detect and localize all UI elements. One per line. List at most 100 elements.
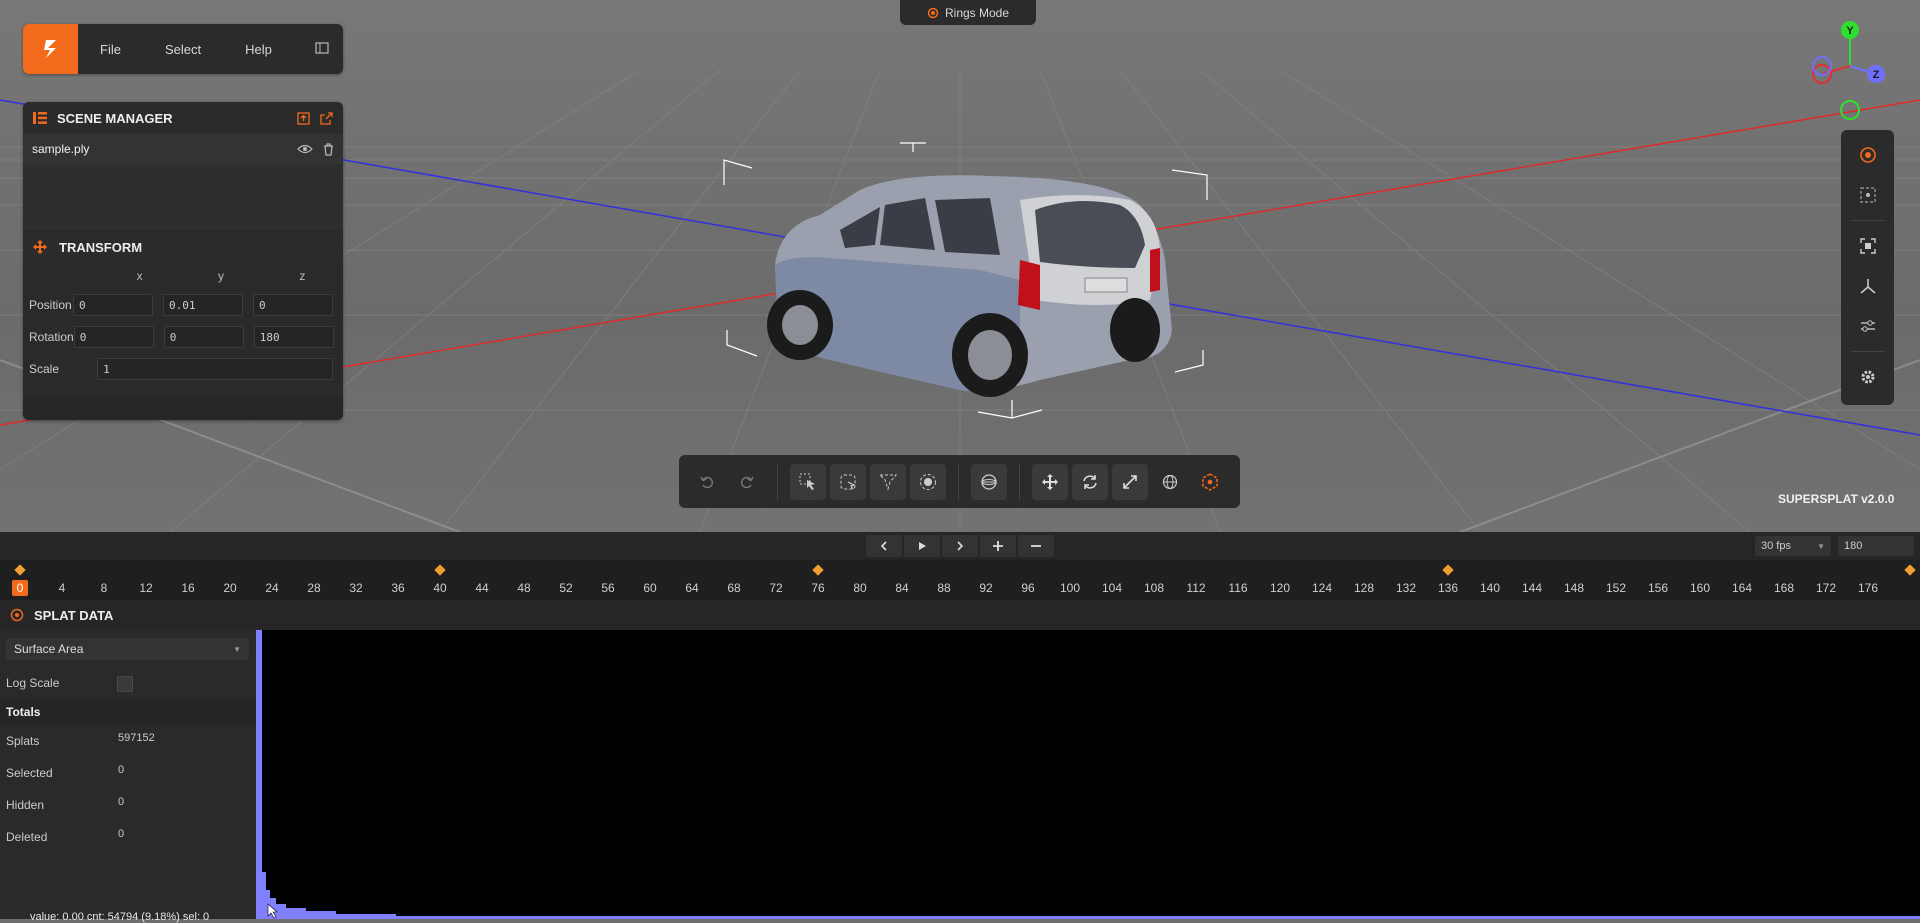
timeline-tick[interactable]: 168 [1764, 581, 1804, 595]
scale-input[interactable] [97, 358, 333, 380]
pivot-button[interactable] [1192, 464, 1228, 500]
timeline-tick[interactable]: 20 [210, 581, 250, 595]
keyframe-marker[interactable] [14, 564, 26, 576]
timeline-tick[interactable]: 124 [1302, 581, 1342, 595]
lasso-select-button[interactable] [830, 463, 866, 500]
timeline-tick[interactable]: 100 [1050, 581, 1090, 595]
sphere-select-button[interactable] [971, 463, 1007, 500]
eye-icon[interactable] [297, 144, 313, 154]
rotation-x-input[interactable] [73, 326, 154, 348]
timeline-tick[interactable]: 32 [336, 581, 376, 595]
redo-button[interactable] [729, 464, 765, 500]
timeline-tick[interactable]: 8 [84, 581, 124, 595]
keyframe-marker[interactable] [812, 564, 824, 576]
timeline-tick[interactable]: 64 [672, 581, 712, 595]
timeline-tick[interactable]: 144 [1512, 581, 1552, 595]
translate-button[interactable] [1032, 463, 1068, 500]
timeline-tick[interactable]: 44 [462, 581, 502, 595]
timeline-tick[interactable]: 164 [1722, 581, 1762, 595]
timeline-tick[interactable]: 160 [1680, 581, 1720, 595]
keyframe-marker[interactable] [1442, 564, 1454, 576]
menu-help[interactable]: Help [223, 42, 294, 57]
timeline-tick[interactable]: 136 [1428, 581, 1468, 595]
timeline-tick[interactable]: 28 [294, 581, 334, 595]
centers-mode-button[interactable] [1850, 137, 1886, 173]
timeline-tick[interactable]: 120 [1260, 581, 1300, 595]
scale-button[interactable] [1112, 463, 1148, 500]
picker-select-button[interactable] [790, 463, 826, 500]
settings-button[interactable] [1850, 359, 1886, 395]
play-button[interactable] [904, 535, 940, 557]
timeline-tick[interactable]: 176 [1848, 581, 1888, 595]
undo-button[interactable] [689, 464, 725, 500]
timeline-tick[interactable]: 80 [840, 581, 880, 595]
remove-key-button[interactable] [1018, 535, 1054, 557]
rotation-y-input[interactable] [163, 326, 244, 348]
fps-select[interactable]: 30 fps ▼ [1755, 536, 1831, 556]
menu-file[interactable]: File [78, 42, 143, 57]
panel-toggle-icon[interactable] [315, 41, 329, 57]
color-adjust-button[interactable] [1850, 308, 1886, 344]
centers-button[interactable] [1850, 177, 1886, 213]
timeline-tick[interactable]: 84 [882, 581, 922, 595]
keyframe-marker[interactable] [1904, 564, 1916, 576]
current-frame-marker[interactable]: 0 [12, 580, 28, 596]
prev-frame-button[interactable] [866, 535, 902, 557]
timeline-tick[interactable]: 48 [504, 581, 544, 595]
rotate-button[interactable] [1072, 463, 1108, 500]
timeline-tick[interactable]: 68 [714, 581, 754, 595]
position-z-input[interactable] [253, 294, 333, 316]
frame-selection-button[interactable] [1850, 228, 1886, 264]
timeline-tick[interactable]: 92 [966, 581, 1006, 595]
timeline-tick[interactable]: 16 [168, 581, 208, 595]
timeline-tick[interactable]: 152 [1596, 581, 1636, 595]
timeline-tick[interactable]: 52 [546, 581, 586, 595]
timeline-tick[interactable]: 96 [1008, 581, 1048, 595]
export-icon[interactable] [320, 111, 333, 125]
timeline-tick[interactable]: 12 [126, 581, 166, 595]
world-space-button[interactable] [1152, 464, 1188, 500]
splat-list-item[interactable]: sample.ply [23, 134, 343, 164]
timeline-tick[interactable]: 132 [1386, 581, 1426, 595]
histogram-canvas[interactable] [256, 630, 1920, 919]
next-frame-button[interactable] [942, 535, 978, 557]
menu-select[interactable]: Select [143, 42, 223, 57]
splat-data-header[interactable]: SPLAT DATA [0, 600, 1920, 630]
timeline-tick[interactable]: 156 [1638, 581, 1678, 595]
timeline-tick[interactable]: 88 [924, 581, 964, 595]
position-y-input[interactable] [163, 294, 243, 316]
timeline-tick[interactable]: 128 [1344, 581, 1384, 595]
timeline-tick[interactable]: 104 [1092, 581, 1132, 595]
timeline-tick[interactable]: 56 [588, 581, 628, 595]
logo-icon[interactable] [23, 24, 78, 74]
timeline-tick[interactable]: 4 [42, 581, 82, 595]
timeline-tick[interactable]: 76 [798, 581, 838, 595]
timeline-tick[interactable]: 172 [1806, 581, 1846, 595]
brush-select-button[interactable] [910, 463, 946, 500]
rotation-z-input[interactable] [253, 326, 334, 348]
timeline-tick[interactable]: 116 [1218, 581, 1258, 595]
timeline-track[interactable]: 0 4 8 12 16 20 24 28 32 36 40 44 48 52 56 60 64 68 72 76 80 8… [0, 560, 1920, 600]
axes-button[interactable] [1850, 268, 1886, 304]
timeline-tick[interactable]: 72 [756, 581, 796, 595]
log-scale-checkbox[interactable] [117, 676, 133, 692]
orientation-gizmo[interactable]: Y Z [1800, 18, 1900, 128]
frames-input[interactable]: 180 [1838, 536, 1914, 556]
timeline-tick[interactable]: 140 [1470, 581, 1510, 595]
timeline-tick[interactable]: 24 [252, 581, 292, 595]
timeline-tick[interactable]: 60 [630, 581, 670, 595]
splat-histogram[interactable] [256, 630, 1920, 919]
add-key-button[interactable] [980, 535, 1016, 557]
trash-icon[interactable] [323, 142, 334, 156]
polygon-select-button[interactable] [870, 463, 906, 500]
keyframe-marker[interactable] [434, 564, 446, 576]
timeline-tick[interactable]: 112 [1176, 581, 1216, 595]
position-x-input[interactable] [73, 294, 153, 316]
rings-mode-indicator[interactable]: Rings Mode [900, 0, 1036, 25]
import-icon[interactable] [297, 111, 310, 125]
timeline-tick[interactable]: 108 [1134, 581, 1174, 595]
timeline-tick[interactable]: 40 [420, 581, 460, 595]
timeline-tick[interactable]: 36 [378, 581, 418, 595]
metric-select[interactable]: Surface Area ▼ [6, 638, 249, 660]
timeline-tick[interactable]: 148 [1554, 581, 1594, 595]
